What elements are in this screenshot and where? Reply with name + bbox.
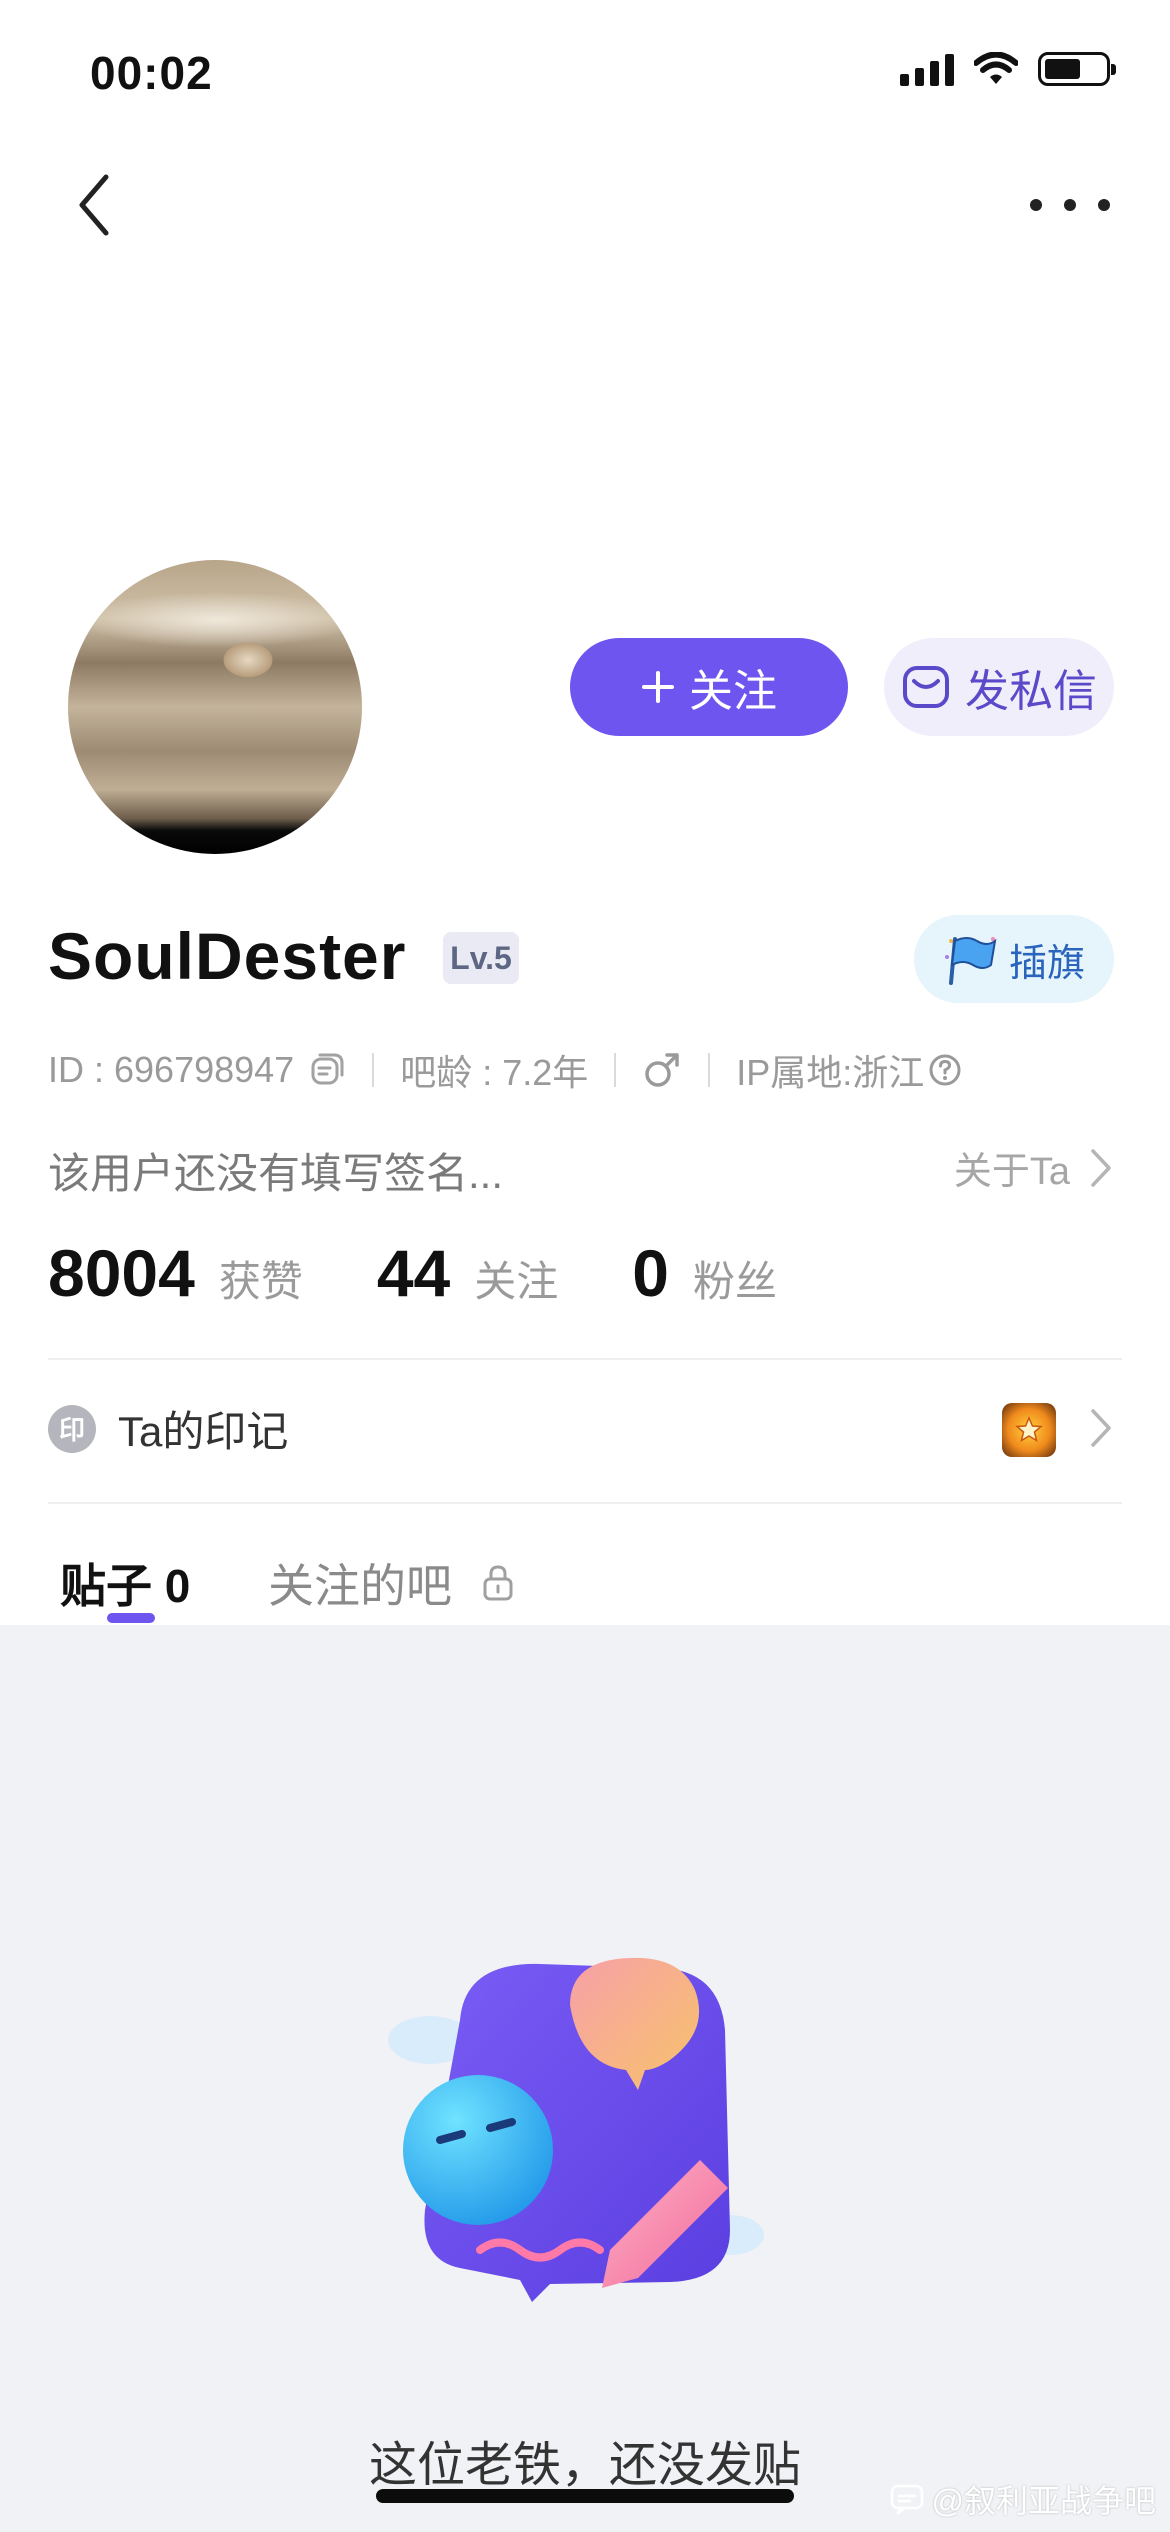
imprint-chevron-right-icon[interactable] xyxy=(1090,1408,1112,1453)
male-gender-icon xyxy=(645,1053,680,1087)
empty-state-illustration-icon xyxy=(388,1957,764,2302)
stat-likes[interactable]: 8004 获赞 xyxy=(48,1235,303,1311)
divider xyxy=(48,1502,1122,1504)
status-icons xyxy=(900,52,1116,86)
send-message-button[interactable]: 发私信 xyxy=(884,638,1114,736)
medal-badge-icon xyxy=(1002,1403,1056,1457)
watermark-text: @叙利亚战争吧 xyxy=(931,2483,1157,2519)
plant-flag-button[interactable]: 插旗 xyxy=(914,915,1114,1003)
plant-flag-label: 插旗 xyxy=(1008,942,1085,985)
separator xyxy=(708,1053,711,1087)
username: SoulDester xyxy=(48,919,407,993)
lock-icon xyxy=(483,1565,513,1601)
watermark-logo-icon xyxy=(890,2484,923,2514)
user-id: ID : 696798947 xyxy=(48,1049,295,1090)
battery-icon xyxy=(1038,52,1116,86)
stats-row: 8004 获赞 44 关注 0 粉丝 xyxy=(48,1235,851,1311)
tab-followed-bars-label: 关注的吧 xyxy=(268,1560,452,1612)
question-icon xyxy=(929,1054,961,1086)
follow-label: 关注 xyxy=(689,667,777,716)
chevron-right-icon xyxy=(1091,1148,1111,1187)
tab-posts[interactable]: 贴子 0 xyxy=(60,1550,190,1616)
level-badge[interactable]: Lv.5 xyxy=(443,932,519,984)
seal-icon: 印 xyxy=(48,1404,96,1453)
chevron-left-icon xyxy=(79,174,109,236)
help-button[interactable] xyxy=(928,1053,962,1087)
separator xyxy=(614,1053,617,1087)
follow-button[interactable]: 关注 xyxy=(570,638,848,736)
more-dot-icon xyxy=(1030,199,1042,211)
imprint-row[interactable]: 印 Ta的印记 xyxy=(48,1398,288,1459)
flag-icon xyxy=(944,937,997,985)
watermark: @叙利亚战争吧 xyxy=(890,2476,1157,2522)
about-ta-label: 关于Ta xyxy=(953,1151,1070,1193)
avatar[interactable] xyxy=(68,560,362,854)
copy-id-button[interactable] xyxy=(308,1051,346,1089)
send-message-label: 发私信 xyxy=(965,667,1097,716)
about-ta-link[interactable]: 关于Ta xyxy=(954,1140,1112,1195)
stat-value: 8004 xyxy=(48,1236,195,1310)
plus-icon xyxy=(642,671,674,703)
divider xyxy=(48,1358,1122,1360)
home-indicator[interactable] xyxy=(376,2489,794,2503)
stat-followers[interactable]: 0 粉丝 xyxy=(632,1235,777,1311)
cellular-signal-icon xyxy=(900,52,954,86)
wifi-icon xyxy=(974,52,1018,84)
copy-icon xyxy=(311,1053,344,1085)
signature: 该用户还没有填写签名... xyxy=(48,1150,504,1197)
stat-label: 获赞 xyxy=(218,1258,303,1305)
imprint-label: Ta的印记 xyxy=(118,1408,289,1455)
stat-value: 44 xyxy=(376,1236,451,1310)
more-options-button[interactable] xyxy=(1030,180,1110,230)
separator xyxy=(372,1053,375,1087)
tab-followed-bars[interactable]: 关注的吧 xyxy=(268,1550,514,1616)
stat-value: 0 xyxy=(632,1236,669,1310)
profile-info-row: ID : 696798947 吧龄 : 7.2年 IP属地:浙江 xyxy=(48,1045,962,1095)
bar-age: 吧龄 : 7.2年 xyxy=(400,1052,589,1093)
status-time: 00:02 xyxy=(90,47,213,99)
stat-label: 关注 xyxy=(474,1258,559,1305)
ip-location: IP属地:浙江 xyxy=(736,1052,925,1093)
back-button[interactable] xyxy=(64,170,124,240)
stat-label: 粉丝 xyxy=(693,1258,778,1305)
message-icon xyxy=(903,666,949,708)
stat-following[interactable]: 44 关注 xyxy=(377,1235,558,1311)
active-tab-indicator xyxy=(107,1613,155,1623)
